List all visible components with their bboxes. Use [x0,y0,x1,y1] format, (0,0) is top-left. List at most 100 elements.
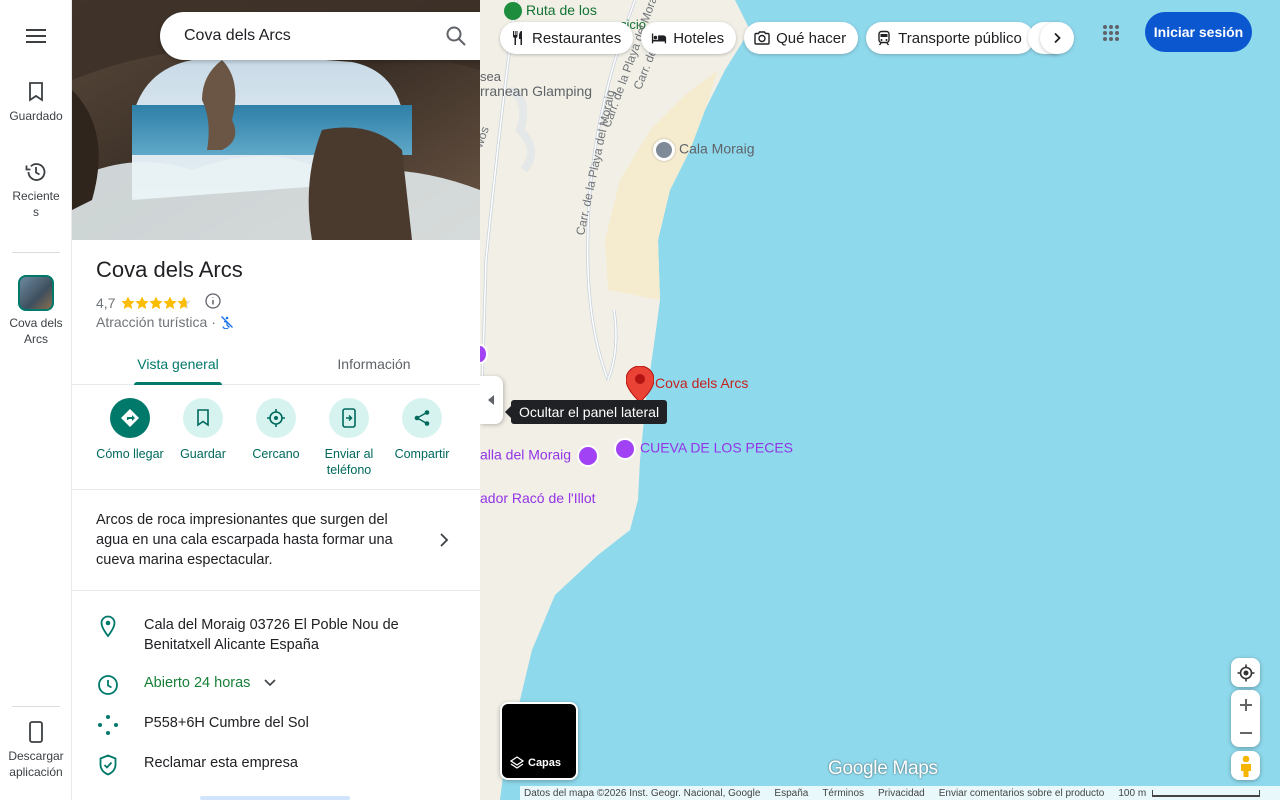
nearby-icon [256,398,296,438]
google-apps-button[interactable] [1096,18,1126,48]
description-expand-button[interactable] [434,530,454,550]
layers-label: Capas [510,756,561,770]
action-label: Guardar [180,447,226,461]
save-button[interactable]: Guardar [163,398,243,462]
rating-stars[interactable] [121,296,192,310]
nearby-button[interactable]: Cercano [236,398,316,462]
apps-grid-icon [1103,25,1119,41]
share-icon [402,398,442,438]
rail-divider [12,706,60,707]
place-actions: Cómo llegar Guardar Cercano Enviar al te… [72,398,480,490]
bookmark-icon [24,80,48,104]
rail-item-current-place[interactable]: Cova dels Arcs [0,275,72,347]
history-icon [24,160,48,184]
rating-value: 4,7 [96,294,116,311]
chip-things-to-do[interactable]: Qué hacer [744,22,859,54]
action-label: Enviar al teléfono [324,447,374,477]
hours-text: Abierto 24 horas [144,675,251,691]
terms-link[interactable]: Términos [822,788,864,799]
directions-button[interactable]: Cómo llegar [90,398,170,462]
chip-hotels[interactable]: Hoteles [641,22,737,54]
caret-left-icon [487,395,494,405]
feedback-link[interactable]: Enviar comentarios sobre el producto [939,788,1105,799]
menu-button[interactable] [0,24,72,52]
left-rail: Guardado Reciente s Cova dels Arcs Desca… [0,0,72,800]
selected-place-pin-icon[interactable] [626,366,654,402]
map-label-ruta[interactable]: Ruta de los [504,2,597,21]
layers-icon [510,756,524,769]
menu-icon [24,24,48,48]
chips-next-button[interactable] [1040,22,1074,54]
map-label-glamping[interactable]: rranean Glamping [480,83,592,99]
transit-icon [876,30,892,46]
chip-label: Restaurantes [532,29,622,47]
attraction-icon [577,445,600,467]
google-maps-logo: Google Maps [828,758,938,779]
collapse-panel-button[interactable] [480,376,503,424]
minus-icon [1239,731,1252,734]
hiking-icon [504,2,522,21]
privacy-link[interactable]: Privacidad [878,788,925,799]
verified-shield-icon [96,753,120,777]
place-description[interactable]: Arcos de roca impresionantes que surgen … [96,510,416,570]
download-app-button[interactable]: Descargar aplicación [0,720,72,780]
action-label: Cercano [252,447,300,461]
location-pin-icon [96,615,120,639]
category-chips: Restaurantes Hoteles Qué hacer Transport… [500,22,1034,54]
share-button[interactable]: Compartir [382,398,462,462]
plus-code-text: P558+6H Cumbre del Sol [144,715,309,731]
scale-bar [1152,789,1261,797]
phone-icon [24,720,48,744]
search-icon [446,26,466,46]
attraction-icon [614,438,636,460]
tab-overview[interactable]: Vista general [100,344,256,385]
section-divider [72,590,480,591]
map-label-sea: sea [480,69,501,84]
rail-item-recent[interactable]: Reciente s [0,160,72,220]
category-row: Atracción turística · [96,314,234,330]
star-rating-icon [121,296,192,309]
bookmark-icon [183,398,223,438]
tab-info[interactable]: Información [296,344,452,384]
chip-transit[interactable]: Transporte público [866,22,1034,54]
map-label-ruta-text: Ruta de los [526,2,597,18]
rail-item-label: Reciente s [12,189,60,219]
clock-icon [96,673,120,697]
chip-restaurants[interactable]: Restaurantes [500,22,634,54]
map-label-cueva-text: CUEVA DE LOS PECES [640,439,794,456]
map-label-cueva[interactable]: CUEVA DE LOS PECES [614,438,793,460]
place-category[interactable]: Atracción turística [96,314,207,330]
map-label-mirador[interactable]: ador Racó de l'Illot [480,490,596,506]
signin-button[interactable]: Iniciar sesión [1145,12,1252,52]
zoom-out-button[interactable] [1231,719,1260,747]
rail-item-label: Guardado [9,109,63,123]
camera-icon [754,30,770,46]
map-label-cova[interactable]: Cova dels Arcs [655,375,748,391]
rating-info-button[interactable] [205,293,222,312]
scale-label[interactable]: 100 m [1118,788,1146,799]
rail-item-label: Descargar aplicación [8,749,64,779]
country-link[interactable]: España [774,788,808,799]
rating-row: 4,7 [96,293,222,312]
layers-button[interactable]: Capas [500,702,578,780]
hours-content: Abierto 24 horas [144,673,444,693]
collapse-tooltip: Ocultar el panel lateral [504,400,668,424]
street-view-pegman[interactable] [1231,751,1260,780]
search-box[interactable] [160,12,480,60]
address-text: Cala del Moraig 03726 El Poble Nou de Be… [144,617,399,653]
claim-business-text: Reclamar esta empresa [144,755,298,771]
map-label-cala-moraig[interactable]: Cala Moraig [653,139,754,161]
my-location-button[interactable] [1231,658,1260,687]
map-label-playa[interactable]: alla del Moraig [480,445,600,467]
plus-icon [1239,698,1252,711]
info-icon [205,293,222,309]
rail-item-label: Cova dels Arcs [9,316,63,346]
rail-item-saved[interactable]: Guardado [0,80,72,124]
send-to-phone-button[interactable]: Enviar al teléfono [309,398,389,478]
search-button[interactable] [444,24,468,48]
directions-icon [110,398,150,438]
place-title: Cova dels Arcs [96,257,243,282]
send-to-phone-icon [329,398,369,438]
zoom-in-button[interactable] [1231,691,1260,719]
search-input[interactable] [184,12,434,60]
